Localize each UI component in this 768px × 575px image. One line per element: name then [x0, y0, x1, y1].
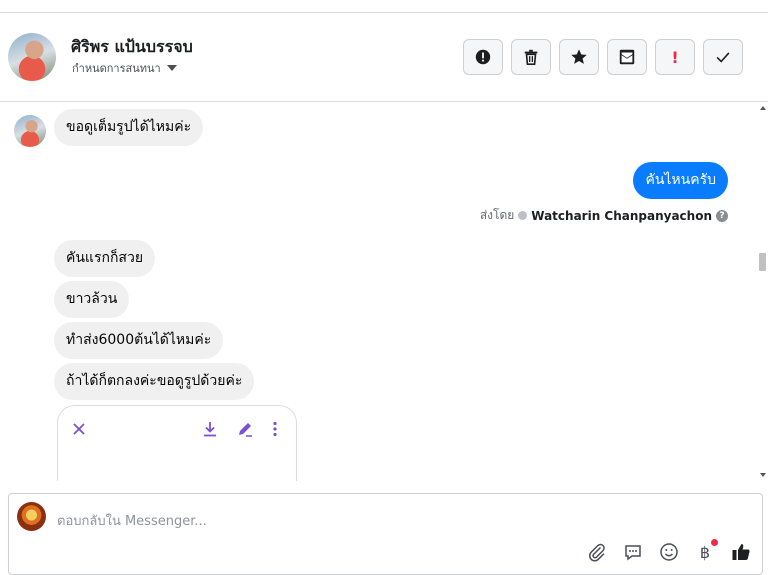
page-avatar [17, 502, 46, 531]
mail-icon [619, 49, 635, 65]
status-dot-icon [518, 211, 528, 220]
composer-tools: ฿ [586, 539, 752, 563]
message-bubble: ขาวล้วน [54, 281, 130, 318]
message-bubble: ทำส่ง6000ต้นได้ไหมค่ะ [54, 322, 224, 359]
baht-icon: ฿ [699, 542, 711, 562]
message-bubble-outgoing: คันไหนครับ [633, 162, 728, 199]
notification-dot [711, 539, 718, 546]
reply-input[interactable]: ตอบกลับใน Messenger... [57, 510, 207, 531]
sent-by-label: ส่งโดย [479, 208, 515, 222]
star-icon [571, 49, 587, 64]
paperclip-icon [589, 543, 605, 562]
caret-down-icon [166, 65, 177, 71]
scroll-down-icon[interactable] [760, 473, 766, 477]
mark-spam-button[interactable] [463, 39, 503, 75]
message-thread[interactable]: ขอดูเต็มรูปได้ไหมค่ะ คันไหนครับ ส่งโดย W… [0, 103, 758, 481]
message-composer: ตอบกลับใน Messenger... ฿ [8, 493, 763, 575]
scrollbar-thumb[interactable] [759, 253, 766, 271]
exclamation-icon: ! [671, 47, 679, 67]
saved-replies-button[interactable] [622, 541, 644, 563]
message-bubble: ถ้าได้ก็ตกลงค่ะขอดูรูปด้วยค่ะ [54, 363, 255, 400]
chat-bubble-icon [625, 545, 641, 561]
mark-done-button[interactable] [703, 39, 743, 75]
contact-avatar[interactable] [8, 33, 56, 81]
close-icon[interactable] [70, 420, 88, 438]
message-bubble: ขอดูเต็มรูปได้ไหมค่ะ [54, 109, 204, 146]
assign-conversation-dropdown[interactable]: กำหนดการสนทนา [72, 59, 177, 77]
smiley-icon [660, 543, 678, 561]
trash-icon [524, 49, 538, 66]
download-icon[interactable] [201, 420, 219, 438]
more-options-icon[interactable] [266, 420, 284, 438]
alert-circle-icon [475, 49, 491, 65]
conversation-header: ศิริพร แป้นบรรจบ กำหนดการสนทนา ! [0, 13, 768, 102]
like-button[interactable] [730, 541, 752, 563]
follow-up-button[interactable]: ! [655, 39, 695, 75]
thread-scrollbar[interactable] [758, 103, 768, 481]
sender-avatar [14, 115, 46, 147]
mark-unread-button[interactable] [607, 39, 647, 75]
image-preview-card[interactable] [57, 405, 297, 481]
payment-button[interactable]: ฿ [694, 539, 718, 563]
emoji-button[interactable] [658, 541, 680, 563]
sent-by-name[interactable]: Watcharin Chanpanyachon [531, 209, 712, 223]
edit-icon[interactable] [236, 420, 254, 438]
star-button[interactable] [559, 39, 599, 75]
delete-button[interactable] [511, 39, 551, 75]
check-icon [716, 52, 730, 63]
sent-by-line: ส่งโดย Watcharin Chanpanyachon ? [480, 206, 728, 225]
scroll-up-icon[interactable] [760, 106, 766, 110]
assign-label: กำหนดการสนทนา [72, 62, 161, 75]
help-icon[interactable]: ? [716, 209, 728, 222]
thumbs-up-icon [732, 544, 750, 560]
attach-button[interactable] [586, 541, 608, 563]
message-bubble: คันแรกก็สวย [54, 240, 156, 277]
header-actions: ! [463, 39, 743, 75]
contact-name[interactable]: ศิริพร แป้นบรรจบ [71, 35, 193, 60]
